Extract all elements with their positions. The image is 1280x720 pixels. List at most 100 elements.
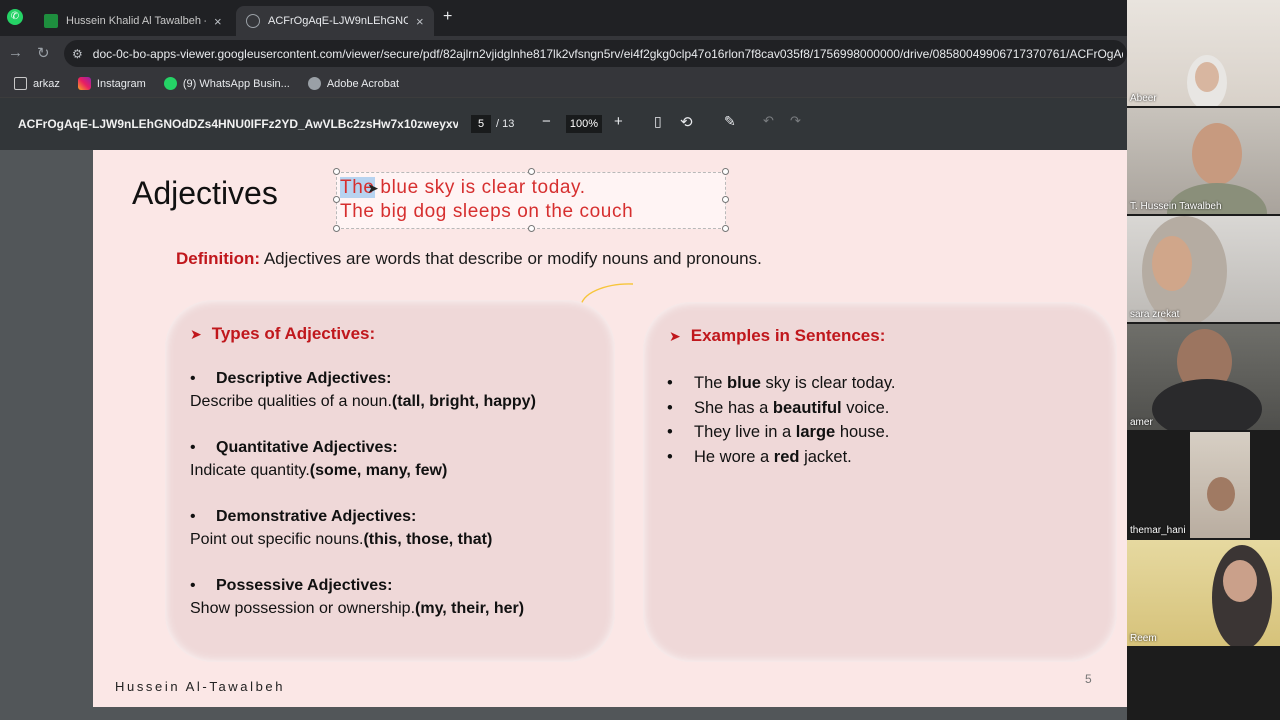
whatsapp-icon[interactable]: ✆	[7, 9, 23, 25]
type-desc-text: Describe qualities of a noun.	[190, 393, 392, 410]
type-name: • Demonstrative Adjectives:	[190, 508, 416, 526]
zoom-in-button[interactable]: +	[614, 113, 623, 130]
bullet-icon: •	[190, 508, 196, 525]
arrow-bullet-icon: ➤	[669, 328, 681, 344]
participant-tile[interactable]: Abeer	[1127, 0, 1280, 106]
tab-google-sheets[interactable]: Hussein Khalid Al Tawalbeh - Google Shee…	[34, 6, 232, 36]
address-bar-row: → ↻ ⚙ doc-0c-bo-apps-viewer.googleuserco…	[0, 36, 1127, 70]
type-desc: Point out specific nouns.(this, those, t…	[190, 531, 492, 549]
close-tab-icon[interactable]: ×	[416, 14, 424, 29]
rotate-icon[interactable]: ⟲	[680, 113, 693, 131]
instagram-icon	[77, 77, 91, 90]
tab-pdf-viewer[interactable]: ACFrOgAqE-LJW9nLEhGNOdDZs4HNU0IFFz2YD ×	[236, 6, 434, 36]
example-pre: He wore a	[694, 448, 774, 466]
resize-handle[interactable]	[333, 168, 340, 175]
url-text[interactable]: doc-0c-bo-apps-viewer.googleusercontent.…	[93, 47, 1123, 61]
example-post: jacket.	[799, 448, 852, 466]
bookmark-label: arkaz	[33, 77, 60, 90]
type-examples: (some, many, few)	[309, 462, 448, 479]
participant-tile[interactable]: sara zrekat	[1127, 216, 1280, 322]
resize-handle[interactable]	[722, 225, 729, 232]
resize-handle[interactable]	[528, 168, 535, 175]
new-tab-button[interactable]: +	[443, 8, 452, 26]
text-box-line-1-rest: blue sky is clear today.	[374, 177, 586, 198]
text-box-line-2[interactable]: The big dog sleeps on the couch	[340, 201, 633, 223]
participant-name: amer	[1130, 417, 1153, 428]
resize-handle[interactable]	[333, 225, 340, 232]
zoom-out-button[interactable]: −	[542, 113, 551, 130]
annotate-icon[interactable]: ✎	[724, 113, 736, 130]
participant-name: sara zrekat	[1130, 309, 1180, 320]
site-info-icon[interactable]: ⚙	[72, 47, 83, 61]
resize-handle[interactable]	[528, 225, 535, 232]
globe-icon	[246, 14, 260, 28]
participant-face	[1152, 236, 1192, 291]
participant-tile[interactable]: T. Hussein Tawalbeh	[1127, 108, 1280, 214]
bookmark-whatsapp[interactable]: (9) WhatsApp Busin...	[163, 77, 290, 90]
definition: Definition: Adjectives are words that de…	[176, 249, 762, 269]
type-desc-text: Point out specific nouns.	[190, 531, 364, 548]
folder-icon	[14, 77, 27, 90]
bookmarks-bar: arkaz Instagram (9) WhatsApp Busin... Ad…	[0, 70, 1127, 98]
example-pre: They live in a	[694, 423, 796, 441]
bookmark-instagram[interactable]: Instagram	[77, 77, 146, 90]
undo-icon[interactable]: ↶	[763, 113, 774, 129]
arrow-bullet-icon: ➤	[190, 326, 202, 342]
whatsapp-icon	[163, 77, 177, 90]
bookmark-label: Adobe Acrobat	[326, 77, 399, 90]
resize-handle[interactable]	[722, 168, 729, 175]
example-adjective: large	[795, 423, 836, 441]
zoom-input[interactable]: 100%	[566, 115, 602, 133]
type-examples: (tall, bright, happy)	[391, 393, 536, 410]
tab-title: ACFrOgAqE-LJW9nLEhGNOdDZs4HNU0IFFz2YD	[268, 15, 408, 27]
participant-face	[1223, 560, 1257, 602]
resize-handle[interactable]	[333, 196, 340, 203]
omnibox[interactable]: ⚙ doc-0c-bo-apps-viewer.googleuserconten…	[64, 40, 1127, 67]
type-name-text: Descriptive Adjectives:	[216, 370, 392, 387]
type-desc-text: Indicate quantity.	[190, 462, 310, 479]
type-name-text: Demonstrative Adjectives:	[216, 508, 417, 525]
types-panel: ➤ Types of Adjectives: • Descriptive Adjec…	[165, 300, 615, 662]
close-tab-icon[interactable]: ×	[214, 14, 222, 29]
pdf-toolbar: ACFrOgAqE-LJW9nLEhGNOdDZs4HNU0IFFz2YD_Aw…	[0, 98, 1127, 150]
participant-name: T. Hussein Tawalbeh	[1130, 201, 1222, 212]
fit-page-icon[interactable]: ▯	[654, 113, 662, 130]
type-desc-text: Show possession or ownership.	[190, 600, 416, 617]
resize-handle[interactable]	[722, 196, 729, 203]
examples-heading-text: Examples in Sentences:	[690, 326, 886, 345]
types-heading: ➤ Types of Adjectives:	[190, 324, 375, 344]
participant-tile[interactable]: amer	[1127, 324, 1280, 430]
bullet-icon: •	[190, 577, 196, 594]
bullet-icon: •	[190, 439, 196, 456]
participant-name: Abeer	[1130, 93, 1157, 104]
bookmark-label: (9) WhatsApp Busin...	[182, 77, 290, 90]
example-post: house.	[835, 423, 890, 441]
forward-icon[interactable]: →	[8, 44, 23, 61]
participant-name: Reem	[1130, 633, 1157, 644]
video-call-panel: Abeer T. Hussein Tawalbeh sara zrekat am…	[1127, 0, 1280, 720]
type-desc: Show possession or ownership.(my, their,…	[190, 600, 524, 618]
type-name-text: Possessive Adjectives:	[216, 577, 393, 594]
example-post: sky is clear today.	[760, 374, 896, 392]
type-desc: Describe qualities of a noun.(tall, brig…	[190, 393, 536, 411]
bullet-icon: •	[667, 374, 673, 392]
example-sentence: • He wore a red jacket.	[667, 448, 852, 467]
reload-icon[interactable]: ↻	[37, 44, 50, 62]
bookmark-label: Instagram	[96, 77, 146, 90]
type-examples: (this, those, that)	[363, 531, 493, 548]
type-name: • Descriptive Adjectives:	[190, 370, 391, 388]
slide-page: Adjectives The blue sky is clear today. …	[93, 150, 1175, 707]
bookmark-arkaz[interactable]: arkaz	[14, 77, 60, 90]
type-name: • Quantitative Adjectives:	[190, 439, 398, 457]
redo-icon[interactable]: ↷	[790, 113, 801, 129]
example-post: voice.	[841, 399, 890, 417]
example-sentence: • The blue sky is clear today.	[667, 374, 895, 393]
participant-tile[interactable]: Reem	[1127, 540, 1280, 646]
pdf-file-name: ACFrOgAqE-LJW9nLEhGNOdDZs4HNU0IFFz2YD_Aw…	[18, 117, 458, 131]
examples-heading: ➤ Examples in Sentences:	[669, 326, 885, 346]
page-number-input[interactable]: 5	[471, 115, 491, 133]
page-total: / 13	[496, 118, 515, 130]
participant-tile[interactable]: themar_hani	[1127, 432, 1280, 538]
bookmark-adobe-acrobat[interactable]: Adobe Acrobat	[307, 77, 399, 90]
example-adjective: red	[773, 448, 800, 466]
